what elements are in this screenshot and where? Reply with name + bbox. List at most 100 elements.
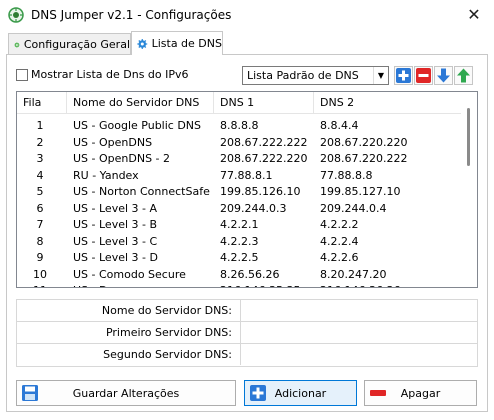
window-title: DNS Jumper v2.1 - Configurações [31, 8, 232, 22]
secondary-dns-label: Segundo Servidor DNS: [17, 344, 241, 365]
detail-row-secondary: Segundo Servidor DNS: [17, 344, 477, 366]
row-index: 4 [36, 168, 44, 182]
column-header-fila[interactable]: Fila [17, 92, 67, 114]
server-name-field[interactable] [242, 300, 477, 321]
add-list-button[interactable] [394, 66, 413, 85]
tab-configuracao-geral[interactable]: Configuração Geral [8, 33, 131, 55]
move-down-button[interactable] [434, 66, 453, 85]
row-dns1: 208.67.222.220 [220, 152, 308, 165]
arrow-down-icon [437, 68, 450, 83]
server-name-label: Nome do Servidor DNS: [17, 300, 241, 321]
delete-label: Apagar [400, 387, 441, 400]
table-row[interactable]: 10 US - Comodo Secure 8.26.56.26 8.20.247.2… [17, 267, 461, 284]
row-dns2: 199.85.127.10 [320, 185, 401, 198]
row-index: 2 [36, 135, 44, 149]
row-index: 11 [23, 284, 57, 287]
row-dns2: 8.20.247.20 [320, 267, 387, 281]
row-dns2: 77.88.8.8 [320, 168, 373, 182]
row-dns1: 8.26.56.26 [220, 267, 280, 281]
minus-icon [416, 68, 431, 83]
row-dns1: 4.2.2.1 [220, 218, 259, 231]
table-row[interactable]: 8 US - Level 3 - C 4.2.2.3 4.2.2.4 [17, 234, 461, 251]
row-dns2: 208.67.220.220 [320, 135, 408, 149]
table-row[interactable]: 11 US - Dyn 216.146.35.35 216.146.36.36 [17, 283, 461, 287]
detail-row-name: Nome do Servidor DNS: [17, 300, 477, 322]
row-server-name: US - Google Public DNS [73, 119, 202, 132]
scrollbar-thumb[interactable] [467, 108, 470, 166]
show-ipv6-checkbox[interactable] [16, 69, 28, 81]
arrow-up-icon [457, 68, 470, 83]
row-index: 6 [36, 201, 44, 215]
table-row[interactable]: 9 US - Level 3 - D 4.2.2.5 4.2.2.6 [17, 250, 461, 267]
list-scrollbar[interactable] [461, 92, 477, 287]
row-dns2: 209.244.0.4 [320, 201, 387, 215]
row-dns2: 4.2.2.4 [320, 234, 359, 248]
tab-lista-de-dns[interactable]: Lista de DNS [131, 31, 223, 55]
row-server-name: US - Comodo Secure [73, 267, 186, 281]
dns-list-select[interactable]: Lista Padrão de DNS ▼ [242, 66, 389, 85]
table-row[interactable]: 3 US - OpenDNS - 2 208.67.222.220 208.67.22… [17, 151, 461, 168]
row-server-name: US - Level 3 - D [73, 251, 158, 264]
title-bar: DNS Jumper v2.1 - Configurações ✕ [0, 0, 494, 30]
row-index: 9 [36, 251, 44, 264]
column-header-dns2[interactable]: DNS 2 [314, 92, 461, 114]
table-row[interactable]: 5 US - Norton ConnectSafe ... 199.85.126.1… [17, 184, 461, 201]
tab-lista-de-dns-label: Lista de DNS [151, 37, 222, 50]
row-index: 3 [36, 152, 44, 165]
primary-dns-field[interactable] [242, 322, 477, 343]
row-server-name: US - OpenDNS - 2 [73, 152, 171, 165]
dns-server-list[interactable]: Fila Nome do Servidor DNS DNS 1 DNS 2 1 U… [16, 91, 478, 288]
primary-dns-label: Primeiro Servidor DNS: [17, 322, 241, 343]
table-row[interactable]: 7 US - Level 3 - B 4.2.2.1 4.2.2.2 [17, 217, 461, 234]
row-dns2: 216.146.36.36 [320, 284, 400, 287]
column-header-dns1[interactable]: DNS 1 [214, 92, 314, 114]
move-up-button[interactable] [454, 66, 473, 85]
delete-button[interactable]: Apagar [364, 380, 477, 406]
row-server-name: US - Norton ConnectSafe ... [73, 185, 211, 198]
detail-row-primary: Primeiro Servidor DNS: [17, 322, 477, 344]
dns-detail-grid: Nome do Servidor DNS: Primeiro Servidor … [16, 299, 478, 367]
row-dns1: 199.85.126.10 [220, 185, 301, 198]
row-dns1: 216.146.35.35 [220, 284, 300, 287]
list-header: Fila Nome do Servidor DNS DNS 1 DNS 2 [17, 92, 461, 114]
row-dns1: 208.67.222.222 [220, 135, 308, 149]
dns-list-select-value: Lista Padrão de DNS [247, 69, 359, 82]
row-index: 1 [36, 119, 44, 132]
add-button[interactable]: Adicionar [244, 380, 357, 406]
close-button[interactable]: ✕ [462, 4, 486, 26]
table-row[interactable]: 6 US - Level 3 - A 209.244.0.3 209.244.0.4 [17, 201, 461, 218]
row-index: 7 [36, 218, 44, 231]
column-header-nome[interactable]: Nome do Servidor DNS [67, 92, 214, 114]
row-dns1: 77.88.8.1 [220, 168, 273, 182]
dns-jumper-app-icon [8, 7, 24, 23]
row-server-name: US - Level 3 - A [73, 201, 158, 215]
row-dns1: 4.2.2.5 [220, 251, 259, 264]
row-dns1: 4.2.2.3 [220, 234, 259, 248]
row-server-name: US - Level 3 - C [73, 234, 158, 248]
table-row[interactable]: 4 RU - Yandex 77.88.8.1 77.88.8.8 [17, 168, 461, 185]
row-dns2: 4.2.2.2 [320, 218, 359, 231]
list-rows: 1 US - Google Public DNS 8.8.8.8 8.8.4.4 2 US… [17, 118, 461, 287]
secondary-dns-field[interactable] [242, 344, 477, 365]
tab-configuracao-geral-label: Configuração Geral [23, 38, 130, 51]
row-dns2: 208.67.220.222 [320, 152, 408, 165]
row-dns1: 8.8.8.8 [220, 119, 259, 132]
row-server-name: RU - Yandex [73, 168, 139, 182]
row-index: 10 [33, 267, 47, 281]
row-dns2: 4.2.2.6 [320, 251, 359, 264]
add-label: Adicionar [274, 387, 327, 400]
remove-list-button[interactable] [414, 66, 433, 85]
row-server-name: US - OpenDNS [73, 135, 153, 149]
gear-icon [137, 38, 148, 49]
row-server-name: US - Level 3 - B [73, 218, 158, 231]
show-ipv6-label[interactable]: Mostrar Lista de Dns do IPv6 [31, 68, 189, 81]
row-dns2: 8.8.4.4 [320, 119, 359, 132]
save-changes-button[interactable]: Guardar Alterações [16, 380, 236, 406]
row-index: 5 [36, 185, 44, 198]
table-row[interactable]: 2 US - OpenDNS 208.67.222.222 208.67.220.22… [17, 135, 461, 152]
gear-icon [14, 41, 20, 48]
save-changes-label: Guardar Alterações [72, 387, 180, 400]
plus-icon [396, 68, 411, 83]
table-row[interactable]: 1 US - Google Public DNS 8.8.8.8 8.8.4.4 [17, 118, 461, 135]
row-dns1: 209.244.0.3 [220, 201, 287, 215]
